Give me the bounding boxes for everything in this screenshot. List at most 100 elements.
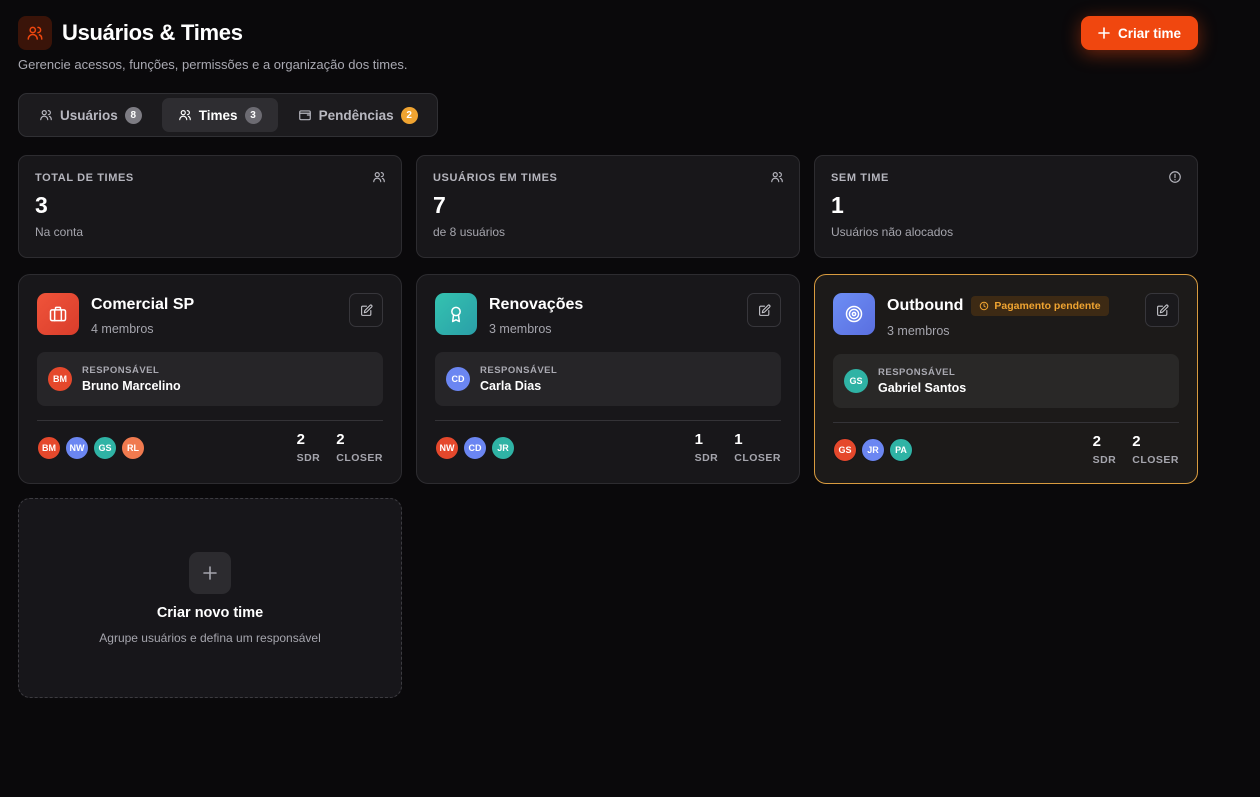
team-name-row: Outbound Pagamento pendente: [887, 296, 1109, 316]
role-counts: 2 SDR 2 CLOSER: [297, 431, 383, 464]
stat-value: 1: [831, 192, 844, 218]
closer-count: 1 CLOSER: [734, 431, 781, 464]
edit-team-button[interactable]: [349, 293, 383, 327]
count-label: CLOSER: [1132, 454, 1179, 466]
create-team-label: Criar time: [1117, 25, 1181, 41]
alert-circle-icon: [1169, 171, 1181, 183]
team-card-comercial-sp[interactable]: Comercial SP 4 membros BM RESPONSÁVEL Br…: [18, 274, 402, 484]
team-card-renovacoes[interactable]: Renovações 3 membros CD RESPONSÁVEL Carl…: [416, 274, 800, 484]
new-team-subtitle: Agrupe usuários e defina um responsável: [99, 630, 321, 645]
avatar: PA: [889, 437, 913, 462]
stat-label: TOTAL DE TIMES: [35, 172, 134, 184]
team-name: Renovações: [489, 296, 584, 313]
sdr-count: 2 SDR: [1093, 433, 1117, 466]
stat-subtext: Na conta: [35, 225, 84, 239]
tab-usuarios[interactable]: Usuários 8: [23, 98, 158, 132]
closer-count: 2 CLOSER: [336, 431, 383, 464]
avatar: CD: [446, 367, 470, 391]
responsible-info: RESPONSÁVEL Carla Dias: [480, 365, 557, 393]
stat-card-usuarios-em-times: USUÁRIOS EM TIMES 7 de 8 usuários: [416, 155, 800, 258]
tabs: Usuários 8 Times 3 Pendências 2: [18, 93, 438, 137]
badge-label: Pagamento pendente: [994, 300, 1101, 312]
users-icon: [771, 172, 783, 183]
count-value: 2: [296, 431, 305, 448]
page-title: Usuários & Times: [62, 20, 243, 45]
divider: [37, 420, 383, 421]
avatar: GS: [93, 435, 117, 460]
avatar: BM: [37, 435, 61, 460]
team-name: Outbound: [887, 297, 964, 314]
stats-row: TOTAL DE TIMES 3 Na conta USUÁRIOS EM TI…: [18, 155, 1198, 258]
responsible-info: RESPONSÁVEL Gabriel Santos: [878, 367, 966, 395]
edit-team-button[interactable]: [747, 293, 781, 327]
edit-team-button[interactable]: [1145, 293, 1179, 327]
team-member-count: 3 membros: [887, 324, 950, 338]
tab-pendencias[interactable]: Pendências 2: [282, 98, 434, 132]
team-member-count: 3 membros: [489, 322, 552, 336]
count-value: 2: [1132, 433, 1141, 450]
divider: [833, 422, 1179, 423]
responsible-box: CD RESPONSÁVEL Carla Dias: [435, 352, 781, 406]
tab-times[interactable]: Times 3: [161, 98, 278, 132]
count-value: 2: [336, 431, 345, 448]
count-value: 1: [694, 431, 703, 448]
responsible-name: Bruno Marcelino: [82, 379, 181, 393]
stat-label: SEM TIME: [831, 172, 889, 184]
responsible-box: GS RESPONSÁVEL Gabriel Santos: [833, 354, 1179, 408]
clock-icon: [980, 301, 989, 311]
avatar: GS: [833, 437, 857, 462]
member-avatars: GS JR PA: [833, 437, 913, 462]
tab-label: Pendências: [318, 107, 394, 123]
tab-label: Times: [198, 107, 238, 123]
team-info: Comercial SP 4 membros: [91, 293, 194, 336]
stat-card-sem-time: SEM TIME 1 Usuários não alocados: [814, 155, 1198, 258]
edit-icon: [758, 303, 771, 316]
award-icon: [435, 293, 477, 335]
briefcase-icon: [37, 293, 79, 335]
stat-subtext: de 8 usuários: [433, 225, 506, 239]
avatar: RL: [121, 435, 145, 460]
team-header: Renovações 3 membros: [435, 293, 781, 336]
responsible-name: Gabriel Santos: [878, 381, 967, 395]
sdr-count: 1 SDR: [695, 431, 719, 464]
count-label: SDR: [1092, 454, 1117, 466]
count-value: 2: [1092, 433, 1101, 450]
responsible-label: RESPONSÁVEL: [878, 367, 956, 378]
divider: [435, 420, 781, 421]
avatar: CD: [463, 435, 487, 460]
create-team-button[interactable]: Criar time: [1080, 16, 1198, 50]
tab-count-badge: 2: [400, 106, 418, 124]
stat-card-total-times: TOTAL DE TIMES 3 Na conta: [18, 155, 402, 258]
team-name: Comercial SP: [91, 296, 195, 313]
avatar: GS: [844, 369, 868, 393]
member-avatars: NW CD JR: [435, 435, 515, 460]
count-label: CLOSER: [336, 452, 383, 464]
stat-value: 7: [433, 192, 446, 218]
tab-count-badge: 8: [124, 106, 142, 124]
avatar: BM: [48, 367, 72, 391]
team-card-outbound[interactable]: Outbound Pagamento pendente 3 membros GS…: [814, 274, 1198, 484]
avatar: JR: [861, 437, 885, 462]
member-avatars: BM NW GS RL: [37, 435, 145, 460]
sdr-count: 2 SDR: [297, 431, 321, 464]
users-icon: [178, 110, 191, 121]
avatar: JR: [491, 435, 515, 460]
responsible-label: RESPONSÁVEL: [480, 365, 558, 376]
users-icon: [18, 16, 52, 50]
role-counts: 1 SDR 1 CLOSER: [695, 431, 781, 464]
responsible-info: RESPONSÁVEL Bruno Marcelino: [82, 365, 181, 393]
count-value: 1: [734, 431, 743, 448]
wallet-icon: [298, 110, 311, 121]
create-new-team-card[interactable]: Criar novo time Agrupe usuários e defina…: [18, 498, 402, 698]
team-info: Renovações 3 membros: [489, 293, 583, 336]
stat-subtext: Usuários não alocados: [831, 225, 954, 239]
team-info: Outbound Pagamento pendente 3 membros: [887, 293, 1109, 338]
avatar: NW: [65, 435, 89, 460]
avatar: NW: [435, 435, 459, 460]
count-label: SDR: [296, 452, 321, 464]
stat-label: USUÁRIOS EM TIMES: [433, 172, 558, 184]
team-header: Comercial SP 4 membros: [37, 293, 383, 336]
responsible-name: Carla Dias: [480, 379, 542, 393]
responsible-label: RESPONSÁVEL: [82, 365, 160, 376]
tab-count-badge: 3: [244, 106, 262, 124]
